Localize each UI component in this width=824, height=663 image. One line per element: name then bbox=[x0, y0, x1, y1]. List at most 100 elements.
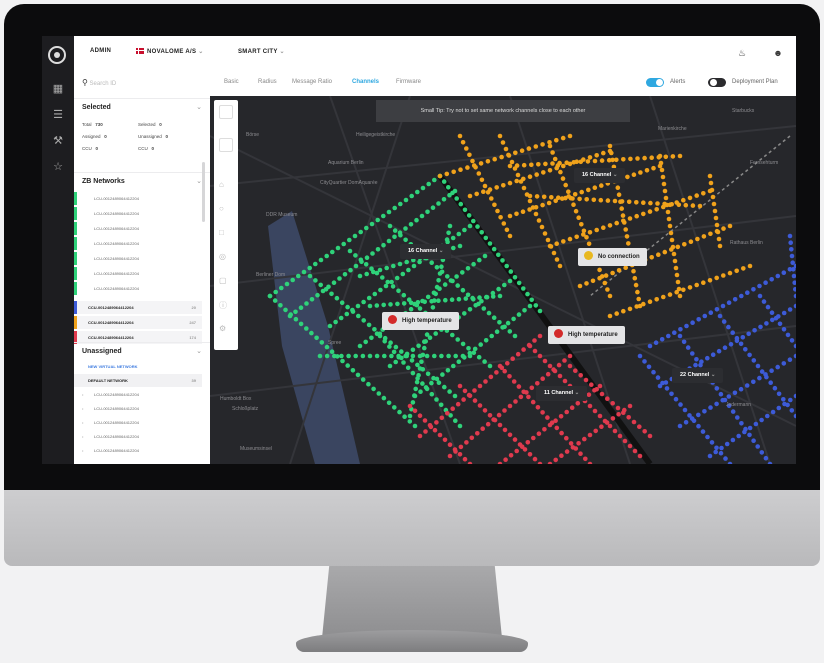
device-dot[interactable] bbox=[496, 286, 501, 292]
device-dot[interactable] bbox=[489, 196, 494, 201]
device-dot[interactable] bbox=[770, 409, 776, 415]
device-dot[interactable] bbox=[655, 201, 660, 206]
device-dot[interactable] bbox=[694, 193, 699, 198]
device-dot[interactable] bbox=[527, 174, 533, 179]
device-dot[interactable] bbox=[540, 410, 545, 415]
device-dot[interactable] bbox=[357, 273, 363, 279]
device-dot[interactable] bbox=[339, 353, 344, 359]
device-dot[interactable] bbox=[522, 447, 528, 452]
device-dot[interactable] bbox=[447, 453, 453, 459]
device-dot[interactable] bbox=[583, 456, 588, 462]
device-dot[interactable] bbox=[571, 160, 577, 165]
device-dot[interactable] bbox=[288, 312, 293, 317]
device-dot[interactable] bbox=[607, 223, 613, 228]
network-list-item[interactable]: LCU-0012489064412204 bbox=[74, 267, 202, 280]
device-dot[interactable] bbox=[330, 249, 335, 255]
device-dot[interactable] bbox=[781, 270, 787, 275]
device-dot[interactable] bbox=[465, 266, 471, 271]
device-dot[interactable] bbox=[535, 405, 541, 410]
device-dot[interactable] bbox=[409, 193, 414, 199]
device-dot[interactable] bbox=[761, 299, 767, 304]
device-dot[interactable] bbox=[557, 373, 563, 379]
device-dot[interactable] bbox=[578, 373, 583, 378]
device-dot[interactable] bbox=[532, 348, 538, 354]
device-dot[interactable] bbox=[387, 363, 393, 369]
device-dot[interactable] bbox=[492, 202, 497, 208]
channel-label[interactable]: 11 Channel ⌄ bbox=[536, 386, 588, 401]
device-dot[interactable] bbox=[610, 401, 615, 406]
device-dot[interactable] bbox=[793, 293, 796, 299]
device-dot[interactable] bbox=[654, 297, 659, 302]
device-dot[interactable] bbox=[583, 377, 589, 383]
device-dot[interactable] bbox=[502, 324, 507, 330]
device-dot[interactable] bbox=[355, 303, 361, 309]
device-dot[interactable] bbox=[579, 189, 584, 195]
device-dot[interactable] bbox=[678, 402, 683, 407]
device-dot[interactable] bbox=[793, 393, 796, 399]
device-dot[interactable] bbox=[599, 274, 605, 279]
device-dot[interactable] bbox=[674, 272, 680, 278]
device-dot[interactable] bbox=[447, 389, 452, 394]
device-dot[interactable] bbox=[464, 146, 469, 151]
device-dot[interactable] bbox=[694, 357, 699, 362]
device-dot[interactable] bbox=[457, 243, 463, 249]
device-dot[interactable] bbox=[586, 187, 591, 193]
device-dot[interactable] bbox=[563, 195, 568, 201]
device-dot[interactable] bbox=[345, 304, 350, 310]
device-dot[interactable] bbox=[669, 391, 674, 397]
device-dot[interactable] bbox=[392, 228, 398, 233]
network-list-item[interactable]: LCU-0012489064412204 bbox=[74, 282, 202, 295]
device-dot[interactable] bbox=[314, 335, 319, 341]
bell-icon[interactable]: ♨ bbox=[736, 47, 748, 59]
device-dot[interactable] bbox=[598, 197, 604, 203]
device-dot[interactable] bbox=[554, 425, 560, 431]
device-dot[interactable] bbox=[479, 177, 485, 183]
device-dot[interactable] bbox=[745, 290, 750, 295]
device-dot[interactable] bbox=[371, 386, 376, 392]
network-icon[interactable]: ☆ bbox=[50, 160, 66, 174]
device-dot[interactable] bbox=[576, 215, 581, 220]
device-dot[interactable] bbox=[455, 283, 460, 288]
device-dot[interactable] bbox=[371, 269, 376, 275]
device-dot[interactable] bbox=[403, 237, 408, 243]
device-dot[interactable] bbox=[415, 300, 421, 305]
device-dot[interactable] bbox=[350, 368, 356, 373]
device-dot[interactable] bbox=[313, 261, 318, 267]
device-dot[interactable] bbox=[525, 291, 530, 297]
device-dot[interactable] bbox=[401, 292, 407, 298]
tab-radius[interactable]: Radius bbox=[258, 79, 277, 85]
device-dot[interactable] bbox=[519, 148, 525, 153]
device-dot[interactable] bbox=[747, 352, 752, 358]
device-dot[interactable] bbox=[319, 340, 325, 345]
device-dot[interactable] bbox=[518, 179, 524, 184]
device-dot[interactable] bbox=[751, 287, 756, 292]
device-dot[interactable] bbox=[549, 195, 554, 200]
device-dot[interactable] bbox=[599, 183, 604, 188]
device-dot[interactable] bbox=[545, 415, 550, 420]
device-dot[interactable] bbox=[318, 282, 323, 288]
device-dot[interactable] bbox=[708, 405, 713, 410]
device-dot[interactable] bbox=[540, 202, 545, 208]
device-dot[interactable] bbox=[497, 293, 503, 299]
unassigned-list-item[interactable]: • LCU-0012489064412204 bbox=[74, 430, 202, 443]
device-dot[interactable] bbox=[467, 353, 473, 359]
device-dot[interactable] bbox=[586, 241, 592, 247]
device-dot[interactable] bbox=[527, 193, 533, 199]
device-dot[interactable] bbox=[558, 414, 564, 419]
device-dot[interactable] bbox=[740, 335, 746, 340]
device-dot[interactable] bbox=[564, 435, 569, 441]
device-dot[interactable] bbox=[412, 393, 417, 398]
device-dot[interactable] bbox=[587, 230, 593, 235]
device-dot[interactable] bbox=[724, 441, 730, 447]
device-dot[interactable] bbox=[584, 281, 589, 286]
device-dot[interactable] bbox=[547, 143, 553, 149]
alerts-toggle[interactable] bbox=[646, 78, 664, 87]
device-dot[interactable] bbox=[487, 241, 493, 246]
device-dot[interactable] bbox=[671, 251, 677, 257]
device-dot[interactable] bbox=[438, 402, 444, 408]
device-dot[interactable] bbox=[587, 461, 593, 464]
device-dot[interactable] bbox=[654, 207, 659, 212]
map-view[interactable]: ⌂ ○ □ ◎ ▢ ⓘ ⚙ Small Tip: Try not to set … bbox=[210, 96, 796, 464]
device-dot[interactable] bbox=[283, 307, 288, 313]
device-dot[interactable] bbox=[492, 417, 498, 423]
